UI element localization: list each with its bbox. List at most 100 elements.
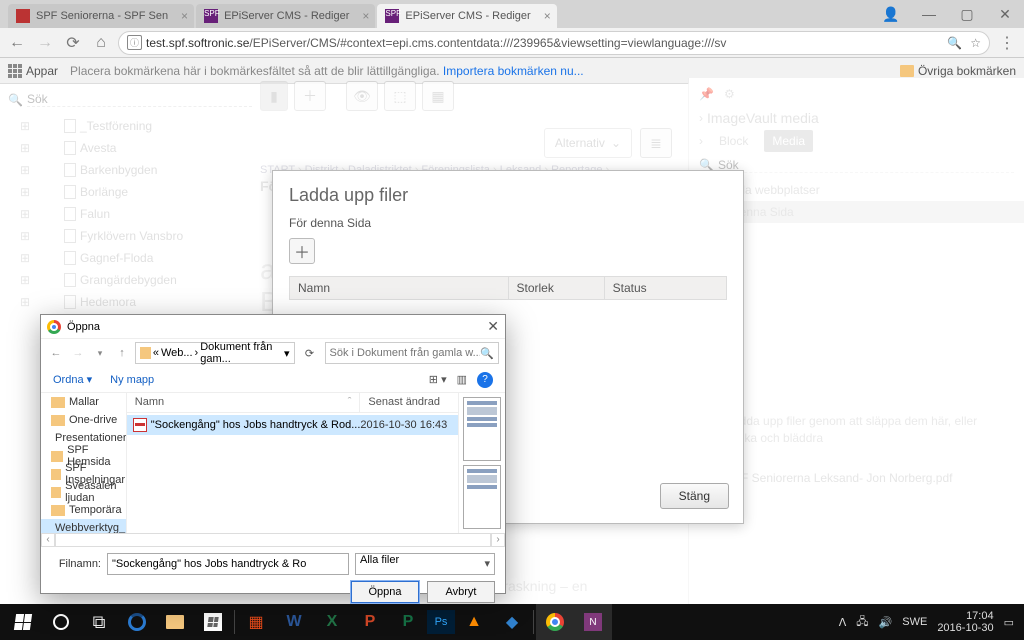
import-link[interactable]: Importera bokmärken nu... (443, 64, 584, 78)
nav-up[interactable]: ↑ (113, 347, 131, 359)
tray-overflow-icon[interactable]: ᐱ (839, 616, 847, 629)
media-search-input[interactable] (718, 158, 1014, 172)
thumb-page2 (463, 465, 501, 529)
file-name: "Sockengång" hos Jobs handtryck & Rod... (147, 419, 361, 431)
input-lang[interactable]: SWE (902, 616, 927, 628)
star-icon[interactable]: ☆ (970, 36, 981, 50)
close-window-button[interactable]: ✕ (986, 0, 1024, 28)
file-row-selected[interactable]: "Sockengång" hos Jobs handtryck & Rod...… (127, 415, 459, 435)
clock[interactable]: 17:04 2016-10-30 (937, 610, 993, 634)
upload-table: Namn Storlek Status (289, 276, 727, 300)
scrollbar[interactable] (55, 533, 491, 547)
tab-1[interactable]: SPF EPiServer CMS - Rediger × (196, 4, 375, 28)
tree-item[interactable]: Falun (8, 203, 252, 225)
chevron-down-icon: ⌄ (611, 136, 621, 150)
back-button[interactable]: ← (6, 32, 28, 54)
add-file-button[interactable]: ＋ (289, 238, 315, 264)
forward-button[interactable]: → (34, 32, 56, 54)
start-button[interactable] (4, 604, 42, 640)
dialog-titlebar[interactable]: Öppna ✕ (41, 315, 505, 339)
tab-label: SPF Seniorerna - SPF Sen (36, 10, 168, 22)
nav-fwd[interactable]: → (69, 347, 87, 359)
apps-label[interactable]: Appar (26, 64, 58, 78)
view-settings-icon[interactable]: ▦ (422, 81, 454, 111)
filetype-select[interactable]: Alla filer (355, 553, 495, 575)
options-dropdown[interactable]: Alternativ⌄ (544, 128, 632, 158)
apps-icon[interactable] (8, 64, 22, 78)
volume-icon[interactable]: 🔊 (879, 616, 893, 629)
refresh-icon[interactable]: ⟳ (299, 347, 321, 360)
tree-item[interactable]: Barkenbygden (8, 159, 252, 181)
open-button[interactable]: Öppna (351, 581, 419, 603)
close-icon[interactable]: × (362, 9, 369, 23)
tab-label: EPiServer CMS - Rediger (224, 10, 349, 22)
nav-back[interactable]: ← (47, 347, 65, 359)
col-date[interactable]: Senast ändrad (360, 393, 458, 412)
pin-icon[interactable]: 📌 (699, 87, 714, 101)
address-bar[interactable]: ⓘ test.spf.softronic.se /EPiServer/CMS/#… (118, 31, 990, 55)
nav-recent[interactable]: ▾ (91, 348, 109, 359)
folder-item[interactable]: Temporära (41, 501, 126, 519)
network-icon[interactable]: 🖧 (856, 613, 868, 632)
reload-button[interactable]: ⟳ (62, 32, 84, 54)
col-size: Storlek (508, 277, 604, 300)
gear-icon[interactable]: ⚙ (724, 87, 735, 101)
tree-item[interactable]: Hedemora (8, 291, 252, 313)
dialog-search[interactable]: 🔍 (325, 342, 499, 364)
tab-media[interactable]: Media (764, 130, 813, 152)
chrome-running-icon[interactable] (536, 604, 574, 640)
tree-item[interactable]: Fyrklövern Vansbro (8, 225, 252, 247)
tree-item[interactable]: Borlänge (8, 181, 252, 203)
maximize-button[interactable]: ▢ (948, 0, 986, 28)
close-icon[interactable]: × (181, 9, 188, 23)
cancel-button[interactable]: Avbryt (427, 581, 495, 603)
favicon-epi: SPF (204, 9, 218, 23)
tree-item[interactable]: Grangärdebygden (8, 269, 252, 291)
preview-icon[interactable]: 👁 (346, 81, 378, 111)
organize-menu[interactable]: Ordna ▾ (53, 373, 92, 386)
minimize-button[interactable]: — (910, 0, 948, 28)
close-button[interactable]: Stäng (660, 483, 729, 509)
new-folder[interactable]: Ny mapp (110, 374, 154, 386)
tree-item[interactable]: _Testförening (8, 115, 252, 137)
folder-item[interactable]: Mallar (41, 393, 126, 411)
col-name[interactable]: Namn ˆ (127, 393, 361, 412)
tab-2-active[interactable]: SPF EPiServer CMS - Rediger × (377, 4, 556, 28)
chevron-right-icon[interactable]: › (699, 111, 703, 125)
filename-input[interactable] (107, 553, 349, 575)
menu-button[interactable]: ⋮ (996, 32, 1018, 54)
tab-0[interactable]: SPF Seniorerna - SPF Sen × (8, 4, 194, 28)
tab-block[interactable]: Block (711, 130, 756, 152)
action-center-icon[interactable]: ▭ (1004, 616, 1014, 629)
zoom-icon[interactable]: 🔍 (947, 36, 962, 50)
home-button[interactable]: ⌂ (90, 32, 112, 54)
path-bar[interactable]: « Web...› Dokument från gam... ▾ (135, 342, 295, 364)
scroll-right[interactable]: › (491, 533, 505, 547)
other-bookmarks[interactable]: Övriga bokmärken (900, 64, 1016, 78)
folder-item[interactable]: One-drive (41, 411, 126, 429)
view-mode-icon[interactable]: ⊞ ▾ (429, 373, 447, 386)
list-view-icon[interactable]: ≣ (640, 128, 672, 158)
tree-item[interactable]: Gagnef-Floda (8, 247, 252, 269)
onenote-running-icon[interactable]: N (574, 604, 612, 640)
tree-search-input[interactable] (27, 92, 252, 107)
tree-item[interactable]: Avesta (8, 137, 252, 159)
folder-item[interactable]: Sveasalen ljudan (41, 483, 126, 501)
account-icon[interactable]: 👤 (872, 0, 910, 28)
add-button[interactable]: ＋ (294, 81, 326, 111)
chevron-right-icon[interactable]: › (699, 134, 703, 148)
search-input[interactable] (330, 347, 481, 359)
preview-pane (458, 393, 505, 533)
info-icon[interactable]: ⓘ (127, 35, 142, 50)
publish-status-icon[interactable]: ▮ (260, 81, 288, 111)
preview-pane-icon[interactable]: ▥ (457, 373, 467, 386)
filename-label: Filnamn: (51, 558, 101, 570)
compare-icon[interactable]: ⬚ (384, 81, 416, 111)
ps-icon[interactable]: Ps (427, 610, 455, 634)
file-date: 2016-10-30 16:43 (360, 419, 458, 431)
help-icon[interactable]: ? (477, 372, 493, 388)
close-icon[interactable]: ✕ (487, 318, 499, 335)
close-icon[interactable]: × (544, 9, 551, 23)
scroll-left[interactable]: ‹ (41, 533, 55, 547)
folder-item-selected[interactable]: Webbverktyg_Ep (41, 519, 126, 533)
